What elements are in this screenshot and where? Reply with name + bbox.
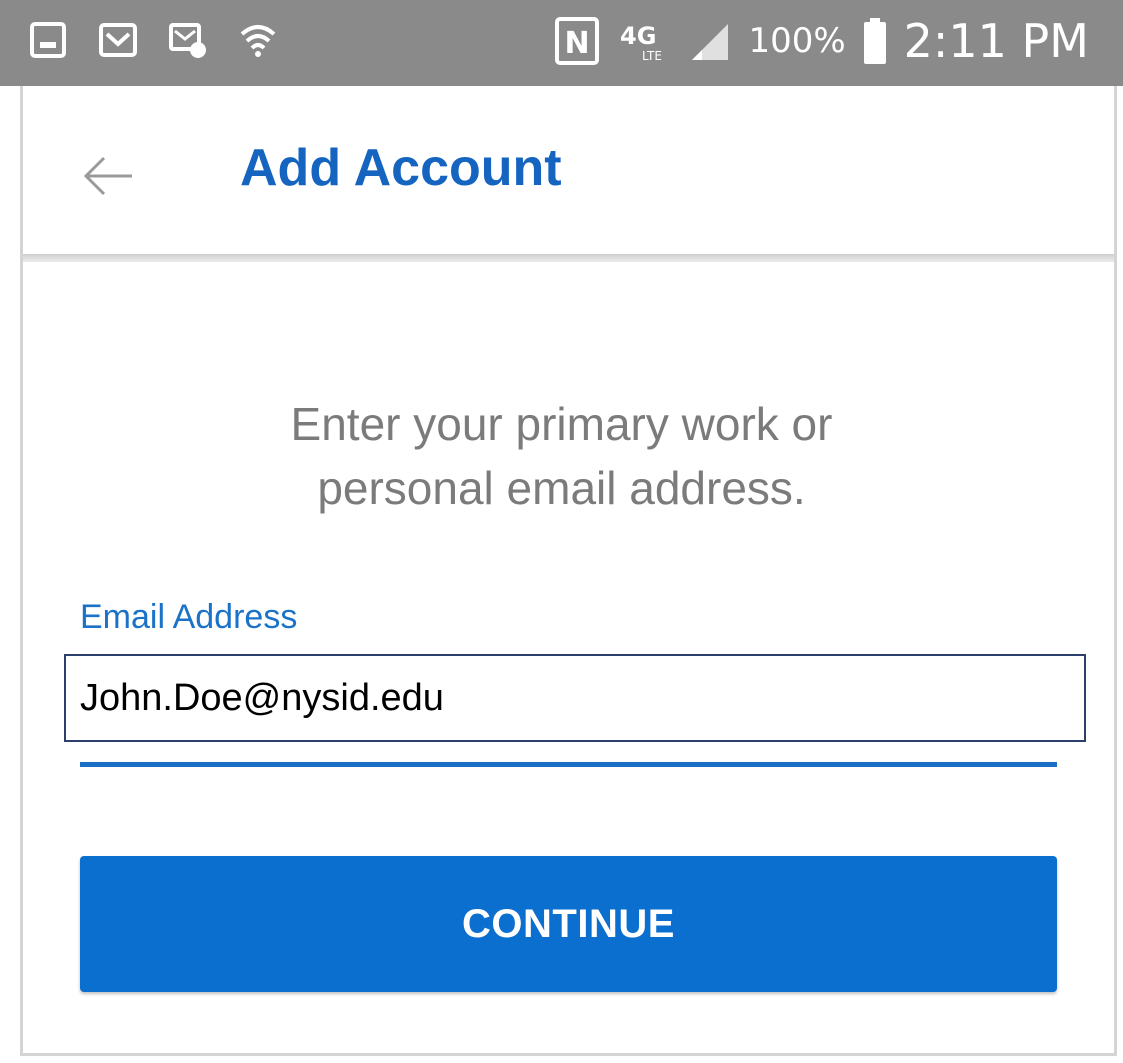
email-field-underline xyxy=(80,762,1057,767)
battery-icon xyxy=(862,16,888,66)
app-header xyxy=(23,86,1114,254)
mail-settings-icon xyxy=(168,20,208,60)
back-button[interactable] xyxy=(78,146,138,206)
email-field[interactable] xyxy=(64,654,1086,742)
clock: 2:11 PM xyxy=(903,14,1089,68)
instruction-line-1: Enter your primary work or xyxy=(290,398,833,450)
continue-button[interactable]: CONTINUE xyxy=(80,856,1057,992)
instruction-text: Enter your primary work or personal emai… xyxy=(0,392,1123,520)
header-divider xyxy=(23,254,1114,262)
network-label: 4G xyxy=(620,22,656,50)
back-arrow-icon xyxy=(83,156,132,196)
page-title: Add Account xyxy=(240,139,562,197)
mail-icon xyxy=(98,20,138,60)
signal-icon xyxy=(688,16,732,66)
battery-percent: 100% xyxy=(748,21,846,61)
gallery-icon xyxy=(28,20,68,60)
wifi-icon xyxy=(238,20,278,60)
nfc-icon: N xyxy=(554,16,600,66)
nfc-letter: N xyxy=(565,26,590,61)
status-bar: N 4G LTE 100% 2:11 PM xyxy=(0,0,1123,86)
instruction-line-2: personal email address. xyxy=(317,462,806,514)
lte-icon: 4G LTE xyxy=(616,16,672,66)
email-field-label: Email Address xyxy=(80,598,298,636)
network-sub-label: LTE xyxy=(642,49,662,63)
